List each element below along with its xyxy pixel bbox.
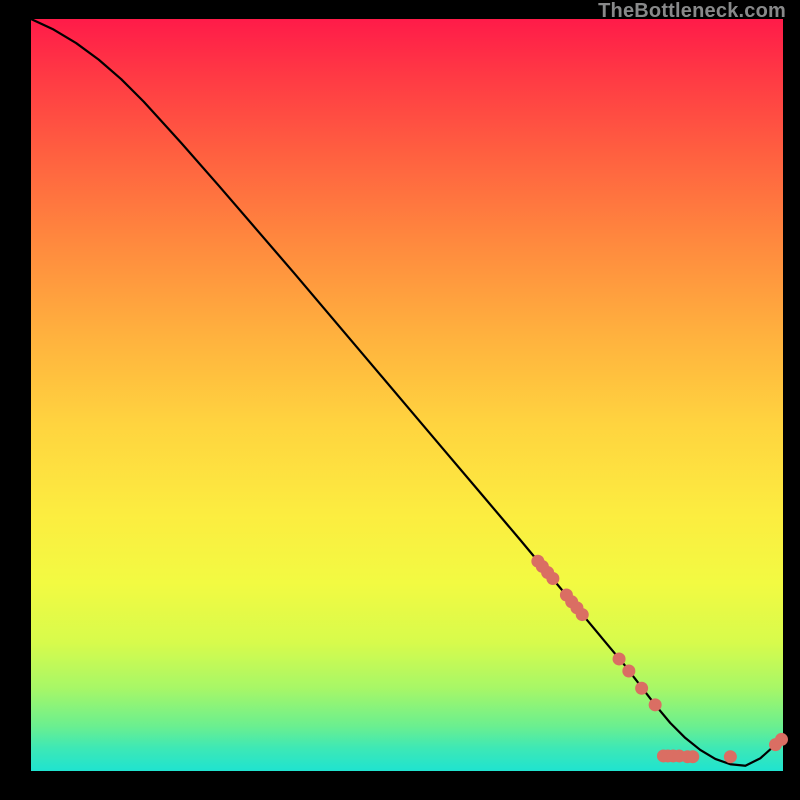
chart-svg [31, 19, 783, 771]
curve-line [31, 19, 783, 766]
scatter-points [531, 555, 788, 764]
watermark-text: TheBottleneck.com [598, 0, 786, 23]
